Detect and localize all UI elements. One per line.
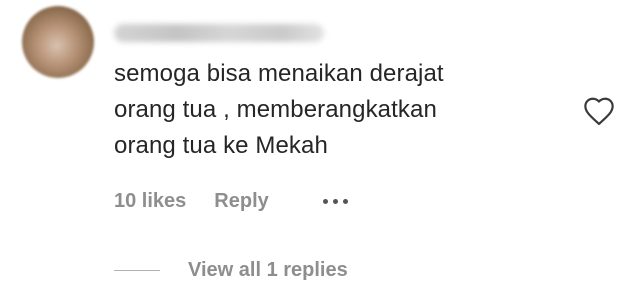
comment-text-line: orang tua ke Mekah [114,132,328,159]
more-dot [342,198,348,204]
more-options-icon[interactable] [321,195,350,208]
reply-button[interactable]: Reply [214,190,268,213]
username-redaction [114,24,324,42]
view-replies-button[interactable]: View all 1 replies [114,256,348,284]
avatar[interactable] [22,6,94,78]
heart-icon[interactable] [582,96,616,126]
view-replies-divider [114,269,160,271]
view-replies-label: View all 1 replies [188,258,348,281]
comment-text: semoga bisa menaikan derajat orang tua ,… [114,56,554,164]
username-blurred[interactable] [114,20,324,46]
comment-meta: 10 likes Reply [114,186,350,216]
more-dot [332,198,338,204]
comment-text-line: semoga bisa menaikan derajat [114,60,444,87]
comment-item: semoga bisa menaikan derajat orang tua ,… [0,0,630,299]
likes-count[interactable]: 10 likes [114,190,186,213]
more-dot [322,198,328,204]
comment-text-line: orang tua , memberangkatkan [114,96,437,123]
